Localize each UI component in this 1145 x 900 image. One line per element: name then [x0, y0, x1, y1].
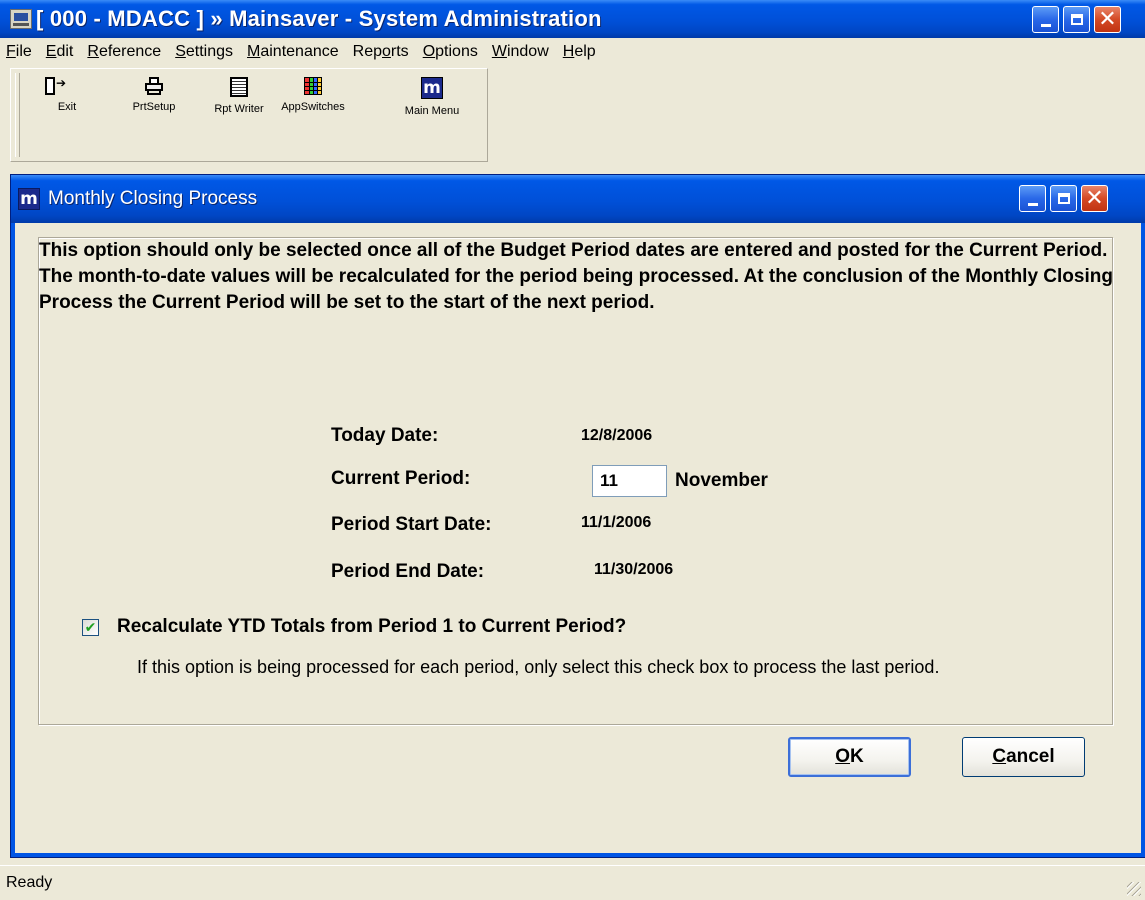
dialog-maximize-button[interactable]	[1050, 185, 1077, 212]
period-end-label: Period End Date:	[331, 561, 485, 582]
appswitches-label: AppSwitches	[281, 101, 345, 113]
main-menu-button[interactable]: m Main Menu	[395, 77, 469, 117]
close-icon: ✕	[1098, 6, 1117, 32]
menu-reference[interactable]: Reference	[87, 43, 161, 61]
mainsaver-m-icon[interactable]: m	[18, 188, 40, 210]
app-icon[interactable]	[10, 9, 32, 29]
recalculate-note: If this option is being processed for ea…	[137, 657, 940, 677]
rpt-writer-button[interactable]: Rpt Writer	[207, 77, 271, 115]
dialog-minimize-button[interactable]	[1019, 185, 1046, 212]
close-icon: ✕	[1085, 185, 1104, 211]
menu-options[interactable]: Options	[423, 43, 478, 61]
period-start-label: Period Start Date:	[331, 514, 492, 535]
menu-window[interactable]: Window	[492, 43, 549, 61]
today-date-value: 12/8/2006	[581, 427, 653, 444]
window-title: [ 000 - MDACC ] » Mainsaver - System Adm…	[36, 6, 602, 31]
current-period-input[interactable]	[592, 465, 667, 497]
main-menu-icon: m	[421, 77, 443, 99]
main-title-bar[interactable]: [ 000 - MDACC ] » Mainsaver - System Adm…	[0, 0, 1145, 38]
exit-label: Exit	[57, 101, 77, 113]
recalculate-ytd-label[interactable]: Recalculate YTD Totals from Period 1 to …	[117, 616, 626, 638]
dialog-close-button[interactable]: ✕	[1081, 185, 1108, 212]
period-end-value: 11/30/2006	[594, 561, 674, 578]
close-button[interactable]: ✕	[1094, 6, 1121, 33]
main-menu-label: Main Menu	[404, 105, 460, 117]
rpt-writer-label: Rpt Writer	[214, 103, 264, 115]
menu-file[interactable]: File	[6, 43, 32, 61]
menu-bar: File Edit Reference Settings Maintenance…	[0, 38, 1145, 66]
maximize-icon	[1070, 14, 1083, 25]
toolbar-grip[interactable]	[15, 73, 20, 157]
prtsetup-label: PrtSetup	[132, 101, 176, 113]
today-date-label: Today Date:	[331, 425, 439, 446]
maximize-icon	[1057, 193, 1070, 204]
status-bar: Ready	[0, 865, 1145, 900]
appswitches-button[interactable]: AppSwitches	[273, 77, 353, 113]
appswitches-grid-icon	[304, 77, 322, 95]
current-period-month: November	[675, 470, 768, 491]
menu-maintenance[interactable]: Maintenance	[247, 43, 339, 61]
exit-button[interactable]: Exit	[45, 76, 85, 113]
recalculate-ytd-checkbox[interactable]: ✔	[82, 619, 99, 636]
dialog-title-bar[interactable]: m Monthly Closing Process ✕	[11, 175, 1145, 223]
menu-help[interactable]: Help	[563, 43, 596, 61]
status-text: Ready	[6, 874, 53, 891]
dialog-title: Monthly Closing Process	[48, 188, 258, 209]
exit-door-icon	[45, 76, 66, 95]
prtsetup-button[interactable]: PrtSetup	[129, 77, 179, 113]
intro-text: This option should only be selected once…	[39, 240, 1113, 313]
minimize-icon	[1040, 24, 1051, 27]
maximize-button[interactable]	[1063, 6, 1090, 33]
ok-button[interactable]: OK	[788, 737, 911, 777]
resize-grip-icon[interactable]	[1127, 882, 1141, 896]
menu-edit[interactable]: Edit	[46, 43, 74, 61]
menu-settings[interactable]: Settings	[175, 43, 233, 61]
checkmark-icon: ✔	[84, 619, 97, 636]
current-period-label: Current Period:	[331, 468, 471, 489]
cancel-button[interactable]: Cancel	[962, 737, 1085, 777]
period-start-value: 11/1/2006	[581, 514, 652, 531]
toolbar: Exit PrtSetup Rpt Writer AppSwitches m M…	[10, 68, 488, 162]
report-writer-icon	[230, 77, 248, 97]
minimize-icon	[1027, 203, 1038, 206]
minimize-button[interactable]	[1032, 6, 1059, 33]
menu-reports[interactable]: Reports	[353, 43, 409, 61]
printer-icon	[144, 77, 164, 95]
